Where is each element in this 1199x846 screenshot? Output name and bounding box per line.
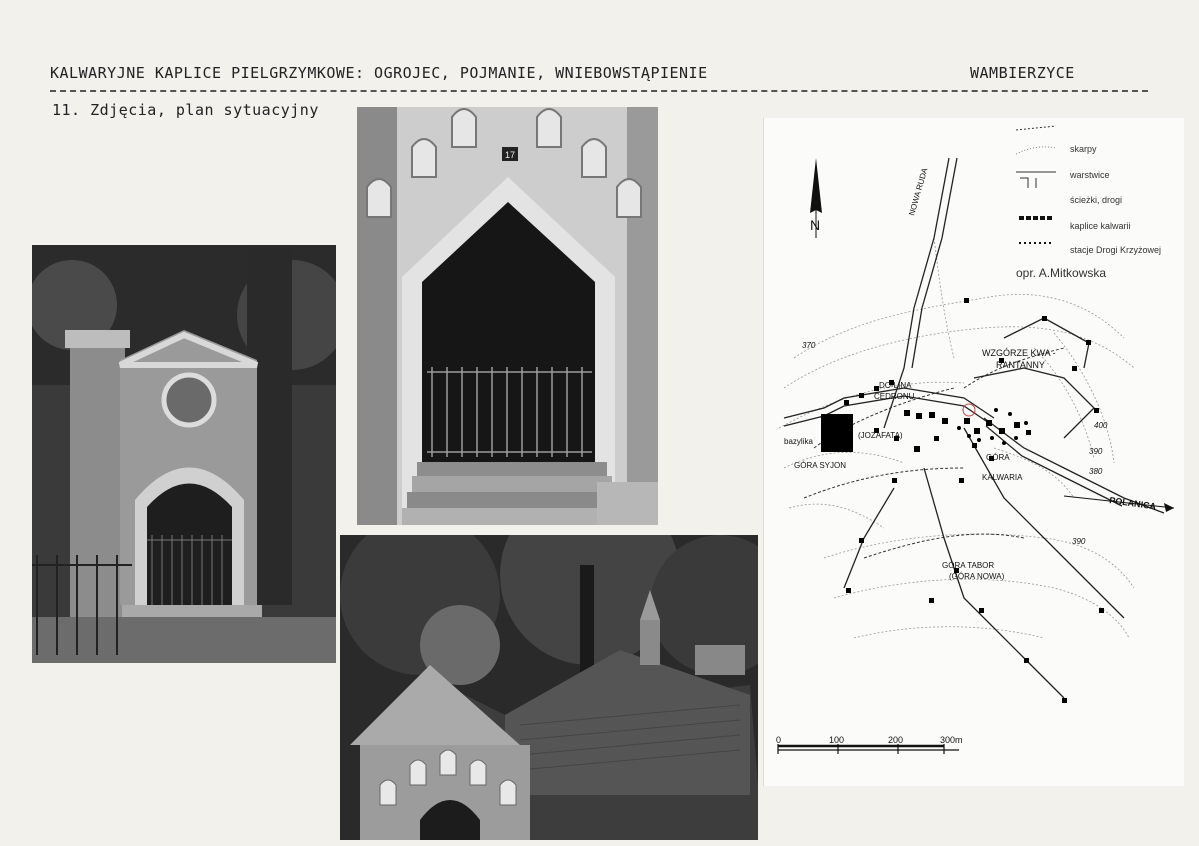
legend-warstwice: warstwice xyxy=(1070,170,1110,180)
label-gora-nowa: (GÓRA NOWA) xyxy=(949,572,1005,581)
photo-chapel-roof xyxy=(340,535,758,840)
north-label: N xyxy=(810,217,820,233)
label-nowa-ruda: NOWA RUDA xyxy=(907,166,929,216)
map-author: opr. A.Mitkowska xyxy=(1016,266,1107,280)
site-plan-map: N 0 100 200 300m NOWA RUDA POLANICA WZGÓ… xyxy=(763,118,1184,786)
section-title: 11. Zdjęcia, plan sytuacyjny xyxy=(52,101,319,119)
legend-symbols xyxy=(1015,125,1057,244)
contour-380: 380 xyxy=(1089,467,1103,476)
legend-kaplice: kaplice kalwarii xyxy=(1070,221,1131,231)
contour-400: 400 xyxy=(1094,421,1108,430)
header-rule xyxy=(50,90,1148,92)
label-kalwaria: KALWARIA xyxy=(982,473,1023,482)
escarpments xyxy=(803,347,1065,559)
scale-300: 300m xyxy=(940,735,963,745)
label-wzgorze-1: WZGÓRZE KWA - xyxy=(982,348,1056,358)
legend-stacje: stacje Drogi Krzyżowej xyxy=(1070,245,1162,255)
contour-390-b: 390 xyxy=(1072,537,1086,546)
scale-100: 100 xyxy=(829,735,844,745)
basilica-block xyxy=(821,414,853,452)
label-gora-tabor: GÓRA TABOR xyxy=(942,561,994,570)
contour-390-a: 390 xyxy=(1089,447,1103,456)
scale-0: 0 xyxy=(776,735,781,745)
photo-arch-entrance: 17 xyxy=(357,107,658,525)
label-gora-syjon: GÓRA SYJON xyxy=(794,461,846,470)
label-gora: GÓRA xyxy=(986,453,1010,462)
contour-370: 370 xyxy=(802,341,816,350)
label-polanica: POLANICA xyxy=(1109,495,1157,512)
place-name: WAMBIERZYCE xyxy=(970,64,1075,82)
label-dolina-2: CEDRONU xyxy=(874,392,915,401)
scale-bar xyxy=(777,744,959,754)
calvary-chapels xyxy=(844,298,1104,703)
label-dolina-1: DO-LINA xyxy=(879,381,912,390)
label-jozafata: (JOZAFATA) xyxy=(858,431,903,440)
document-title: KALWARYJNE KAPLICE PIELGRZYMKOWE: OGROJE… xyxy=(50,64,708,82)
photo-chapel-front xyxy=(32,245,336,663)
chapel-number-plate: 17 xyxy=(505,150,515,160)
legend-sciezki: ścieżki, drogi xyxy=(1070,195,1123,205)
scale-200: 200 xyxy=(888,735,903,745)
label-bazylika: bazylika xyxy=(784,437,813,446)
legend-skarpy: skarpy xyxy=(1070,144,1097,154)
document-sheet: KALWARYJNE KAPLICE PIELGRZYMKOWE: OGROJE… xyxy=(0,0,1199,846)
label-wzgorze-2: RANTANNY xyxy=(996,360,1045,370)
